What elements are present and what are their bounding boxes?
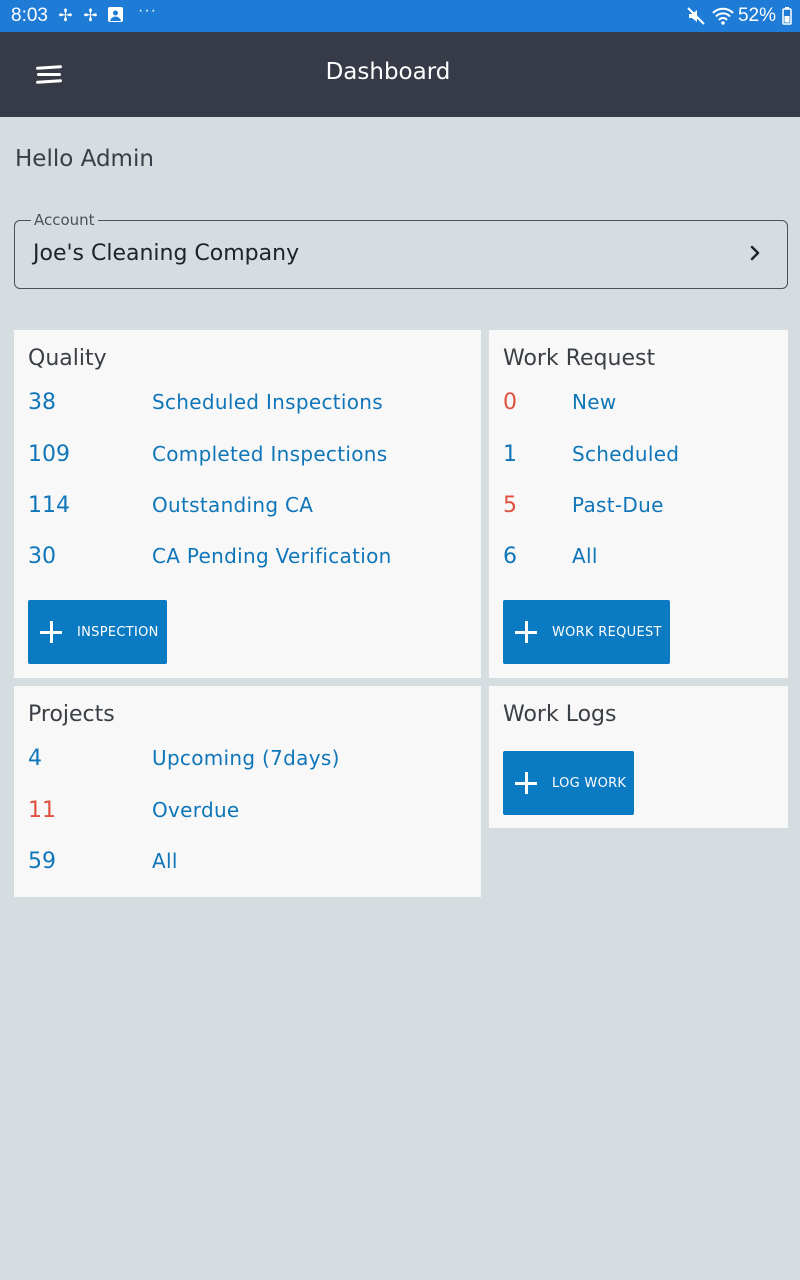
upcoming-count: 4 xyxy=(28,746,42,771)
more-notifications: ··· xyxy=(138,2,157,19)
scheduled-inspections-count: 38 xyxy=(28,390,56,415)
past-due-label: Past-Due xyxy=(572,493,664,517)
scheduled-count: 1 xyxy=(503,442,517,467)
scheduled-label: Scheduled xyxy=(572,442,680,466)
pinwheel-icon: ✢ xyxy=(58,6,73,25)
add-work-request-button[interactable]: WORK REQUEST xyxy=(503,600,670,664)
app-bar: Dashboard xyxy=(0,32,800,117)
add-inspection-label: INSPECTION xyxy=(77,624,159,640)
all-projects-count: 59 xyxy=(28,849,56,874)
add-work-request-label: WORK REQUEST xyxy=(552,624,662,640)
list-item-scheduled-inspections[interactable]: 38 Scheduled Inspections xyxy=(28,390,448,422)
list-item-completed-inspections[interactable]: 109 Completed Inspections xyxy=(28,442,448,474)
notification-icons: ✢ ✢ xyxy=(56,6,125,25)
all-work-requests-count: 6 xyxy=(503,544,517,569)
completed-inspections-count: 109 xyxy=(28,442,70,467)
completed-inspections-label: Completed Inspections xyxy=(152,442,388,466)
page-title: Dashboard xyxy=(0,59,800,85)
projects-card: Projects 4 Upcoming (7days) 11 Overdue 5… xyxy=(14,686,481,897)
work-logs-title: Work Logs xyxy=(503,702,617,727)
list-item-all-projects[interactable]: 59 All xyxy=(28,849,448,881)
work-logs-card: Work Logs LOG WORK xyxy=(489,686,788,828)
scheduled-inspections-label: Scheduled Inspections xyxy=(152,390,383,414)
plus-icon xyxy=(515,621,537,643)
log-work-label: LOG WORK xyxy=(552,775,627,791)
list-item-scheduled[interactable]: 1 Scheduled xyxy=(503,442,773,474)
new-label: New xyxy=(572,390,617,414)
new-count: 0 xyxy=(503,390,517,415)
ca-pending-verification-count: 30 xyxy=(28,544,56,569)
list-item-new[interactable]: 0 New xyxy=(503,390,773,422)
outstanding-ca-label: Outstanding CA xyxy=(152,493,314,517)
all-work-requests-label: All xyxy=(572,544,598,568)
work-request-card: Work Request 0 New 1 Scheduled 5 Past-Du… xyxy=(489,330,788,678)
quality-card: Quality 38 Scheduled Inspections 109 Com… xyxy=(14,330,481,678)
list-item-ca-pending-verification[interactable]: 30 CA Pending Verification xyxy=(28,544,448,576)
overdue-count: 11 xyxy=(28,798,56,823)
page-title-text: Dashboard xyxy=(325,59,451,85)
chevron-right-icon xyxy=(747,243,763,263)
account-label: Account xyxy=(31,211,98,229)
battery-percent: 52% xyxy=(737,5,776,26)
projects-title: Projects xyxy=(28,702,115,727)
overdue-label: Overdue xyxy=(152,798,240,822)
account-value: Joe's Cleaning Company xyxy=(33,241,300,266)
status-bar: 8:03 ✢ ✢ ··· 52% xyxy=(0,0,800,32)
plus-icon xyxy=(515,772,537,794)
upcoming-label: Upcoming (7days) xyxy=(152,746,340,770)
quality-title: Quality xyxy=(28,346,107,371)
battery-icon xyxy=(782,6,792,26)
wifi-icon xyxy=(712,6,734,26)
work-request-title: Work Request xyxy=(503,346,656,371)
account-selector[interactable]: Account Joe's Cleaning Company xyxy=(14,211,788,289)
plus-icon xyxy=(40,621,62,643)
all-projects-label: All xyxy=(152,849,178,873)
image-icon xyxy=(106,6,125,25)
add-inspection-button[interactable]: INSPECTION xyxy=(28,600,167,664)
log-work-button[interactable]: LOG WORK xyxy=(503,751,634,815)
list-item-past-due[interactable]: 5 Past-Due xyxy=(503,493,773,525)
list-item-outstanding-ca[interactable]: 114 Outstanding CA xyxy=(28,493,448,525)
mute-icon xyxy=(686,6,706,26)
list-item-overdue[interactable]: 11 Overdue xyxy=(28,798,448,830)
status-time: 8:03 xyxy=(11,5,48,26)
greeting: Hello Admin xyxy=(15,146,154,172)
pinwheel-icon: ✢ xyxy=(83,6,98,25)
status-right: 52% xyxy=(686,5,792,27)
outstanding-ca-count: 114 xyxy=(28,493,70,518)
ca-pending-verification-label: CA Pending Verification xyxy=(152,544,392,568)
list-item-all-work-requests[interactable]: 6 All xyxy=(503,544,773,576)
list-item-upcoming[interactable]: 4 Upcoming (7days) xyxy=(28,746,448,778)
past-due-count: 5 xyxy=(503,493,517,518)
